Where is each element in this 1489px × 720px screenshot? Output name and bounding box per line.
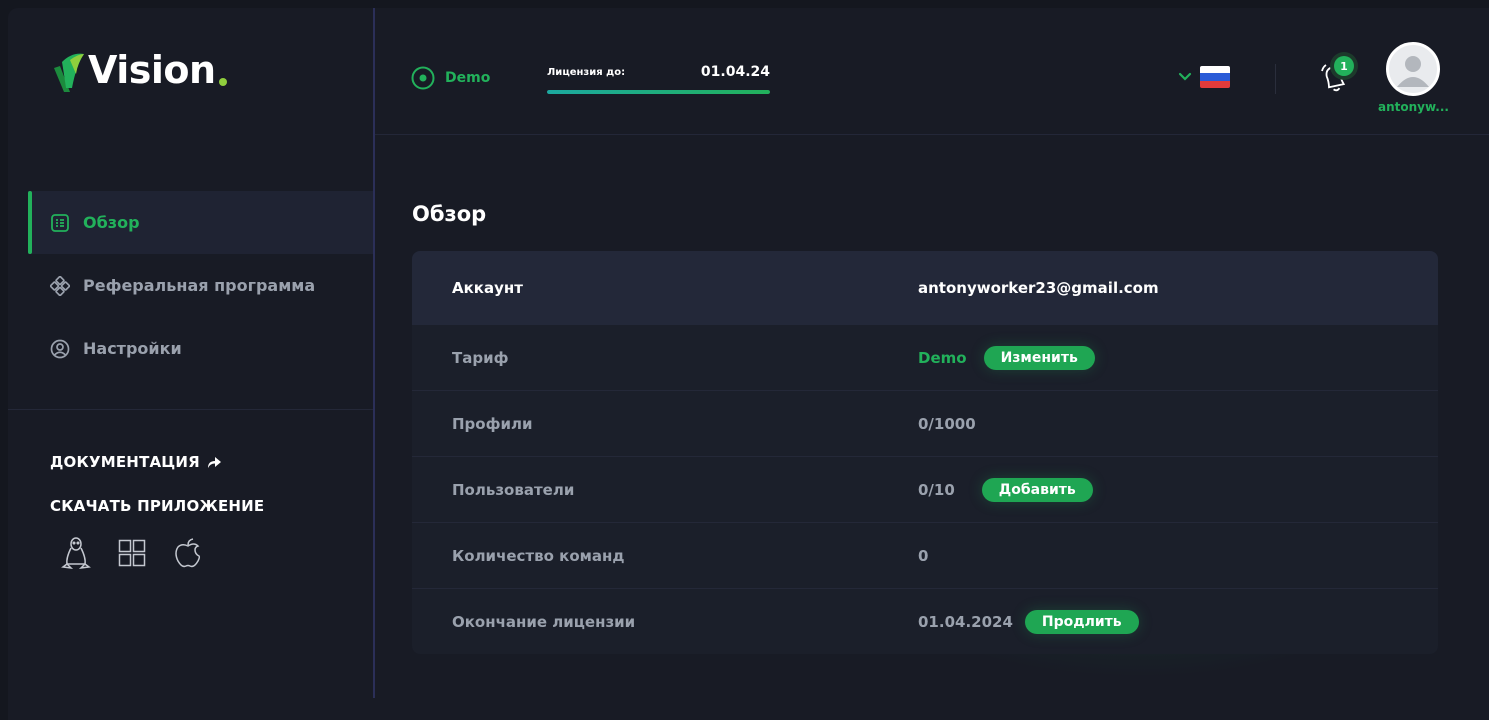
plan-target-icon xyxy=(411,66,435,90)
sidebar-item-label: Настройки xyxy=(83,339,182,358)
overview-icon xyxy=(50,213,70,233)
referral-icon xyxy=(50,275,70,296)
user-avatar-icon xyxy=(1397,56,1429,87)
row-value: 0 xyxy=(918,546,929,565)
license-progress-fill xyxy=(547,90,770,94)
brand-logo[interactable]: Vision xyxy=(50,48,227,92)
row-value: Demo xyxy=(918,348,967,367)
brand-dot xyxy=(218,78,227,86)
sidebar-item-overview[interactable]: Обзор xyxy=(28,191,374,254)
notification-count-badge: 1 xyxy=(1334,56,1354,76)
download-app-label: СКАЧАТЬ ПРИЛОЖЕНИЕ xyxy=(50,497,265,515)
table-row: Окончание лицензии 01.04.2024 Продлить xyxy=(412,589,1438,654)
row-value: 01.04.2024 xyxy=(918,612,1013,631)
linux-icon[interactable] xyxy=(60,535,92,571)
table-row: Количество команд 0 xyxy=(412,523,1438,589)
sidebar-nav: Обзор Реферальная программа Настройки xyxy=(28,191,374,380)
add-user-button[interactable]: Добавить xyxy=(981,477,1093,502)
account-email: antonyworker23@gmail.com xyxy=(918,279,1159,297)
row-label: Профили xyxy=(452,414,533,433)
row-value: 0/1000 xyxy=(918,414,976,433)
username[interactable]: antonyw... xyxy=(1378,100,1449,114)
sidebar-divider-line xyxy=(8,409,373,410)
row-label: Тариф xyxy=(452,348,509,367)
overview-table: Аккаунт antonyworker23@gmail.com Тариф D… xyxy=(412,251,1438,654)
sidebar-links: ДОКУМЕНТАЦИЯ СКАЧАТЬ ПРИЛОЖЕНИЕ xyxy=(50,440,264,528)
extend-license-button[interactable]: Продлить xyxy=(1024,609,1139,634)
documentation-link[interactable]: ДОКУМЕНТАЦИЯ xyxy=(50,440,264,484)
brand-name: Vision xyxy=(88,48,216,92)
users-value: 0/10 Добавить xyxy=(918,477,1093,502)
license-label: Лицензия до: xyxy=(547,67,626,78)
settings-user-icon xyxy=(50,339,70,359)
sidebar-item-referral[interactable]: Реферальная программа xyxy=(28,254,374,317)
top-header: Demo Лицензия до: 01.04.24 1 antonyw... xyxy=(375,8,1489,135)
license-progress-bar xyxy=(547,90,770,94)
table-row: Аккаунт antonyworker23@gmail.com xyxy=(412,251,1438,325)
russia-flag-icon xyxy=(1200,66,1230,88)
row-label: Окончание лицензии xyxy=(452,612,636,631)
license-end-value: 01.04.2024 Продлить xyxy=(918,609,1139,634)
documentation-label: ДОКУМЕНТАЦИЯ xyxy=(50,453,200,471)
row-label: Количество команд xyxy=(452,546,625,565)
license-date: 01.04.24 xyxy=(700,64,770,80)
arrow-forward-icon xyxy=(207,457,221,468)
chevron-down-icon xyxy=(1178,72,1192,81)
vision-logo-icon xyxy=(54,53,84,92)
sidebar: Vision Обзор Реферальная программа Настр… xyxy=(8,8,374,698)
sidebar-item-label: Реферальная программа xyxy=(83,276,316,295)
header-separator xyxy=(1275,64,1276,94)
apple-icon[interactable] xyxy=(172,535,204,571)
row-value: 0/10 xyxy=(918,480,955,499)
download-os-list xyxy=(60,535,204,571)
page-title: Обзор xyxy=(412,202,487,226)
windows-icon[interactable] xyxy=(116,535,148,571)
sidebar-item-settings[interactable]: Настройки xyxy=(28,317,374,380)
plan-badge: Demo xyxy=(411,66,490,90)
language-selector[interactable] xyxy=(1178,66,1230,88)
table-row: Пользователи 0/10 Добавить xyxy=(412,457,1438,523)
row-value: antonyworker23@gmail.com xyxy=(918,279,1159,297)
avatar[interactable] xyxy=(1386,42,1440,96)
row-label: Аккаунт xyxy=(452,279,523,297)
table-row: Тариф Demo Изменить xyxy=(412,325,1438,391)
table-row: Профили 0/1000 xyxy=(412,391,1438,457)
tariff-value: Demo Изменить xyxy=(918,345,1095,370)
change-plan-button[interactable]: Изменить xyxy=(983,345,1095,370)
plan-name: Demo xyxy=(445,70,491,86)
sidebar-item-label: Обзор xyxy=(83,213,140,232)
row-label: Пользователи xyxy=(452,480,575,499)
app-frame: Vision Обзор Реферальная программа Настр… xyxy=(8,8,1489,720)
